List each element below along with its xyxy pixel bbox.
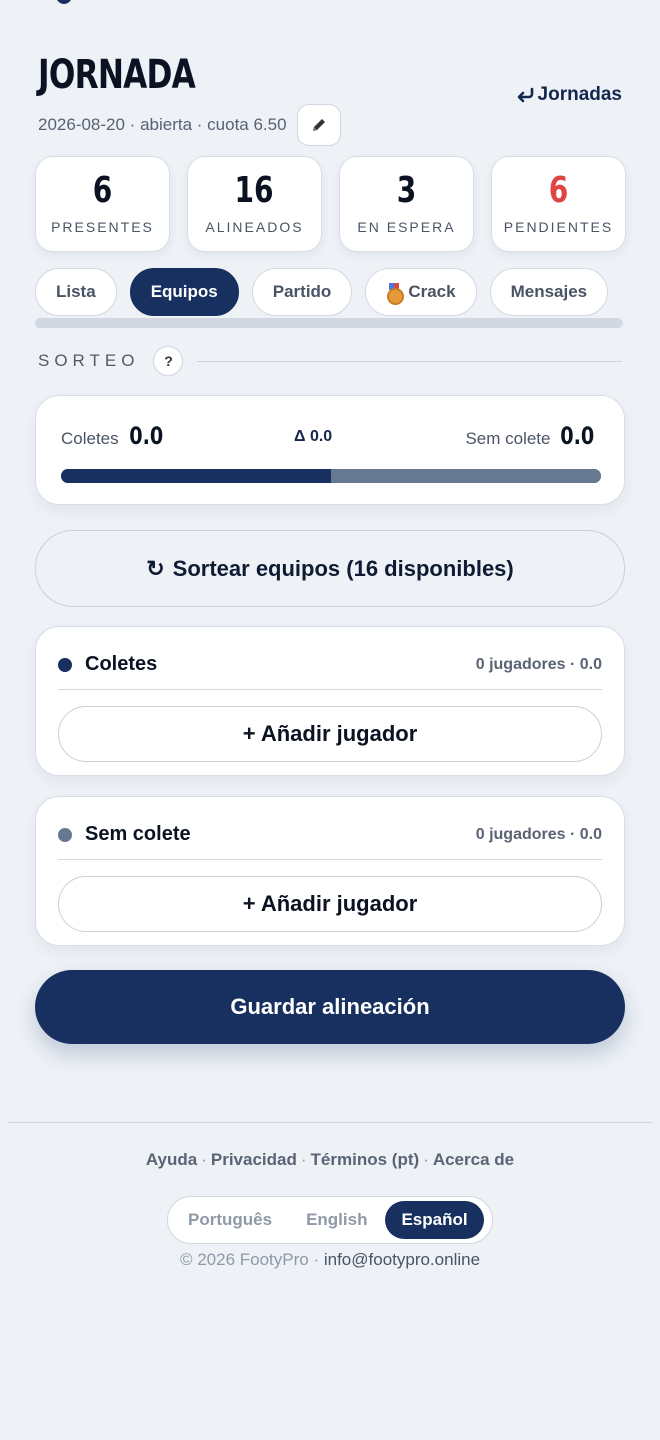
team-meta: 0 jugadores · 0.0 — [475, 655, 602, 673]
team-divider — [58, 859, 602, 860]
footer-link-ayuda[interactable]: Ayuda — [146, 1150, 197, 1169]
footer-separator: · — [300, 1150, 307, 1169]
stat-label: PENDIENTES — [503, 219, 614, 235]
team-card-sem-colete: Sem colete 0 jugadores · 0.0 + Añadir ju… — [35, 796, 625, 946]
team-color-dot — [58, 657, 72, 672]
balance-team-a: Coletes 0.0 — [61, 422, 167, 450]
stat-en-espera: 3 EN ESPERA — [339, 156, 474, 252]
page-header: JORNADA Jornadas — [38, 52, 622, 105]
tab-equipos[interactable]: Equipos — [129, 268, 239, 316]
team-divider — [58, 689, 602, 690]
draw-teams-label: Sortear equipos (16 disponibles) — [172, 555, 514, 581]
pencil-icon — [312, 119, 325, 131]
copyright: © 2026 FootyPro · info@footypro.online — [0, 1250, 660, 1270]
copyright-text: © 2026 FootyPro · — [179, 1250, 320, 1269]
team-color-dot — [58, 827, 72, 842]
section-title: SORTEO — [38, 351, 140, 370]
balance-bar-team-a — [61, 469, 331, 483]
save-lineup-button[interactable]: Guardar alineación — [35, 970, 625, 1044]
tab-mensajes[interactable]: Mensajes — [489, 268, 609, 316]
return-arrow-icon — [517, 87, 533, 103]
match-meta-text: 2026-08-20 · abierta · cuota 6.50 — [38, 115, 287, 134]
back-link-label: Jornadas — [537, 84, 622, 105]
stat-presentes: 6 PRESENTES — [35, 156, 170, 252]
stats-row: 6 PRESENTES 16 ALINEADOS 3 EN ESPERA 6 P… — [35, 156, 626, 252]
balance-team-b-name: Sem colete — [465, 429, 551, 448]
team-name: Coletes — [85, 653, 158, 675]
back-to-jornadas-link[interactable]: Jornadas — [516, 84, 622, 106]
balance-bar — [61, 469, 601, 483]
team-balance-card: Coletes 0.0 Δ 0.0 Sem colete 0.0 — [35, 395, 625, 505]
footer-divider — [8, 1122, 652, 1123]
tab-crack[interactable]: Crack — [365, 268, 477, 316]
team-header: Coletes 0 jugadores · 0.0 — [58, 653, 602, 676]
footer-link-terminos[interactable]: Términos (pt) — [311, 1150, 420, 1169]
balance-team-a-value: 0.0 — [128, 422, 163, 450]
stat-label: ALINEADOS — [205, 219, 304, 235]
medal-icon — [386, 283, 405, 305]
stat-alineados: 16 ALINEADOS — [187, 156, 322, 252]
add-player-button[interactable]: + Añadir jugador — [58, 876, 602, 932]
contact-email-link[interactable]: info@footypro.online — [324, 1250, 480, 1269]
draw-teams-button[interactable]: ↻ Sortear equipos (16 disponibles) — [35, 530, 625, 607]
match-meta: 2026-08-20 · abierta · cuota 6.50 — [38, 104, 341, 146]
balance-team-a-name: Coletes — [61, 429, 119, 448]
lang-portugues[interactable]: Português — [172, 1201, 288, 1239]
balance-delta: Δ 0.0 — [294, 428, 333, 445]
language-switcher: Português English Español — [167, 1196, 493, 1244]
team-name: Sem colete — [85, 823, 191, 845]
stat-value: 6 — [548, 170, 569, 211]
stat-value: 6 — [92, 170, 113, 211]
footer-link-acerca[interactable]: Acerca de — [433, 1150, 514, 1169]
footer-link-privacidad[interactable]: Privacidad — [211, 1150, 297, 1169]
page-title: JORNADA — [38, 52, 196, 98]
footer-links: Ayuda · Privacidad · Términos (pt) · Acerca de — [0, 1150, 660, 1170]
tab-bar: Lista Equipos Partido Crack Mensajes — [35, 268, 609, 316]
app-logo[interactable] — [56, 0, 72, 4]
team-header: Sem colete 0 jugadores · 0.0 — [58, 823, 602, 846]
stat-label: EN ESPERA — [357, 219, 456, 235]
stat-value: 3 — [396, 170, 417, 211]
lang-espanol[interactable]: Español — [385, 1201, 484, 1239]
footer-separator: · — [201, 1150, 207, 1169]
tab-partido[interactable]: Partido — [251, 268, 353, 316]
stat-value: 16 — [234, 170, 275, 211]
footer-separator: · — [423, 1150, 429, 1169]
stat-label: PRESENTES — [51, 219, 154, 235]
balance-team-b-value: 0.0 — [560, 422, 595, 450]
balance-team-b: Sem colete 0.0 — [465, 422, 599, 450]
team-card-coletes: Coletes 0 jugadores · 0.0 + Añadir jugad… — [35, 626, 625, 776]
help-button[interactable]: ? — [153, 346, 184, 376]
team-meta: 0 jugadores · 0.0 — [475, 825, 602, 843]
section-divider — [197, 360, 622, 362]
lang-english[interactable]: English — [290, 1201, 383, 1239]
stat-pendientes: 6 PENDIENTES — [491, 156, 626, 252]
sorteo-section-header: SORTEO ? — [38, 346, 622, 376]
refresh-icon: ↻ — [146, 555, 165, 581]
edit-match-button[interactable] — [296, 104, 341, 146]
tab-crack-label: Crack — [408, 282, 456, 301]
tabs-scrollbar[interactable] — [35, 318, 623, 328]
add-player-button[interactable]: + Añadir jugador — [58, 706, 602, 762]
balance-bar-team-b — [331, 469, 601, 483]
tab-lista[interactable]: Lista — [35, 268, 117, 316]
